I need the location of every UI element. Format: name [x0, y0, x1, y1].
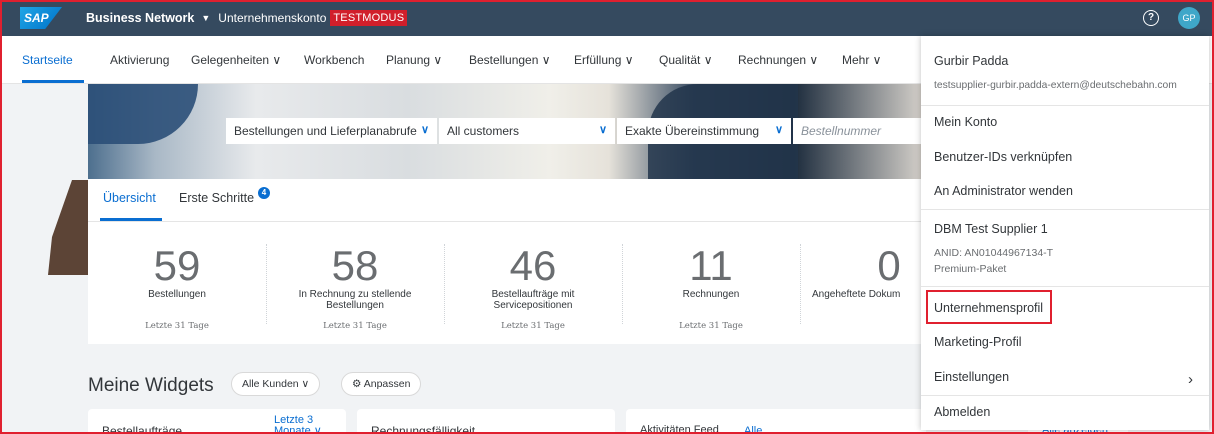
menu-marketing-profile[interactable]: Marketing-Profil	[934, 335, 1022, 349]
user-name: Gurbir Padda	[934, 54, 1009, 68]
widget-card-invoice-due: Rechnungsfälligkeit	[357, 409, 615, 434]
company-anid: ANID: AN01044967134-T	[934, 247, 1054, 259]
activity-filter-link[interactable]: Alle	[744, 425, 762, 434]
menu-contact-admin[interactable]: An Administrator wenden	[934, 184, 1073, 198]
match-value: Exakte Übereinstimmung	[625, 124, 760, 138]
company-name: DBM Test Supplier 1	[934, 222, 1048, 236]
nav-rechnungen[interactable]: Rechnungen ∨	[738, 53, 818, 67]
menu-my-account[interactable]: Mein Konto	[934, 115, 997, 129]
nav-bestellungen[interactable]: Bestellungen ∨	[469, 53, 551, 67]
kpi-value: 11	[689, 242, 733, 289]
order-number-placeholder: Bestellnummer	[801, 124, 882, 138]
customer-filter-button[interactable]: Alle Kunden ∨	[231, 372, 321, 396]
doc-type-select[interactable]: Bestellungen und Lieferplanabrufe ∨	[226, 118, 437, 144]
menu-link-user-ids[interactable]: Benutzer-IDs verknüpfen	[934, 150, 1072, 164]
hero-decoration	[88, 84, 198, 144]
kpi-value: 46	[509, 242, 557, 289]
kpi-label: Bestellungen	[148, 289, 206, 300]
active-tab-indicator	[100, 218, 162, 221]
widgets-title: Meine Widgets	[88, 375, 214, 396]
divider	[921, 286, 1209, 287]
kpi-period: Letzte 31 Tage	[145, 321, 209, 331]
left-decoration	[48, 180, 88, 275]
widget-title: Rechnungsfälligkeit	[371, 424, 476, 434]
user-menu: Gurbir Padda testsupplier-gurbir.padda-e…	[921, 36, 1209, 430]
chevron-down-icon: ∨	[598, 124, 607, 136]
kpi-panel: 59 Bestellungen Letzte 31 Tage 58 In Rec…	[88, 222, 928, 344]
kpi-label: Bestellaufträge mit Servicepositionen	[491, 289, 575, 311]
kpi-period: Letzte 31 Tage	[501, 321, 565, 331]
active-tab-indicator	[22, 80, 84, 83]
kpi-period: Letzte 31 Tage	[679, 321, 743, 331]
nav-qualitaet[interactable]: Qualität ∨	[659, 53, 712, 67]
nav-planung[interactable]: Planung ∨	[386, 53, 442, 67]
kpi-value: 59	[153, 242, 201, 289]
chevron-down-icon: ∨	[420, 124, 429, 136]
order-number-input[interactable]: Bestellnummer	[793, 118, 921, 144]
company-account: Unternehmenskonto	[218, 11, 327, 25]
divider	[921, 395, 1209, 396]
chevron-down-icon: ∨	[774, 124, 783, 136]
nav-mehr[interactable]: Mehr ∨	[842, 53, 881, 67]
nav-startseite[interactable]: Startseite	[22, 53, 73, 67]
shell-bar: SAP Business Network ▼ Unternehmenskonto…	[0, 0, 1214, 36]
caret-down-icon[interactable]: ▼	[201, 13, 210, 23]
widget-title: Aktivitäten Feed	[640, 424, 719, 434]
kpi-label: In Rechnung zu stellende Bestellungen	[298, 289, 412, 311]
kpi-tile-service-orders[interactable]: 46 Bestellaufträge mit Servicepositionen…	[444, 222, 622, 344]
kpi-tile-invoices[interactable]: 11 Rechnungen Letzte 31 Tage	[622, 222, 800, 344]
app-title[interactable]: Business Network	[86, 11, 194, 25]
menu-settings[interactable]: Einstellungen	[934, 370, 1009, 384]
customize-button[interactable]: ⚙ Anpassen	[341, 372, 422, 396]
overview-tabs: Übersicht Erste Schritte 4	[88, 179, 928, 222]
first-steps-badge: 4	[258, 187, 270, 199]
test-mode-badge: TESTMODUS	[330, 10, 408, 26]
nav-workbench[interactable]: Workbench	[304, 53, 364, 67]
menu-company-profile[interactable]: Unternehmensprofil	[934, 301, 1043, 315]
match-select[interactable]: Exakte Übereinstimmung ∨	[617, 118, 791, 144]
user-avatar[interactable]: GP	[1178, 7, 1200, 29]
customer-select[interactable]: All customers ∨	[439, 118, 615, 144]
kpi-label: Rechnungen	[682, 289, 740, 300]
nav-aktivierung[interactable]: Aktivierung	[110, 53, 169, 67]
widget-card-activity-feed: Aktivitäten Feed Alle	[626, 409, 926, 434]
company-package: Premium-Paket	[934, 263, 1007, 275]
kpi-period: Letzte 31 Tage	[323, 321, 387, 331]
kpi-tile-orders[interactable]: 59 Bestellungen Letzte 31 Tage	[88, 222, 266, 344]
kpi-tile-to-invoice[interactable]: 58 In Rechnung zu stellende Bestellungen…	[266, 222, 444, 344]
period-link[interactable]: Letzte 3 Monate ∨	[274, 415, 334, 434]
doc-type-value: Bestellungen und Lieferplanabrufe	[234, 124, 417, 138]
divider	[921, 105, 1209, 106]
customer-value: All customers	[447, 124, 520, 138]
chevron-right-icon: ›	[1188, 371, 1193, 388]
tab-uebersicht[interactable]: Übersicht	[103, 191, 156, 205]
help-icon[interactable]: ?	[1143, 10, 1159, 26]
divider	[921, 209, 1209, 210]
nav-erfuellung[interactable]: Erfüllung ∨	[574, 53, 633, 67]
kpi-value: 58	[331, 242, 379, 289]
menu-logout[interactable]: Abmelden	[934, 405, 990, 419]
user-email: testsupplier-gurbir.padda-extern@deutsch…	[934, 80, 1177, 91]
widget-title: Bestellaufträge	[102, 424, 183, 434]
sap-logo[interactable]: SAP	[20, 7, 62, 29]
widget-card-orders: Bestellaufträge Letzte 3 Monate ∨	[88, 409, 346, 434]
nav-gelegenheiten[interactable]: Gelegenheiten ∨	[191, 53, 281, 67]
tab-erste-schritte[interactable]: Erste Schritte	[179, 191, 254, 205]
